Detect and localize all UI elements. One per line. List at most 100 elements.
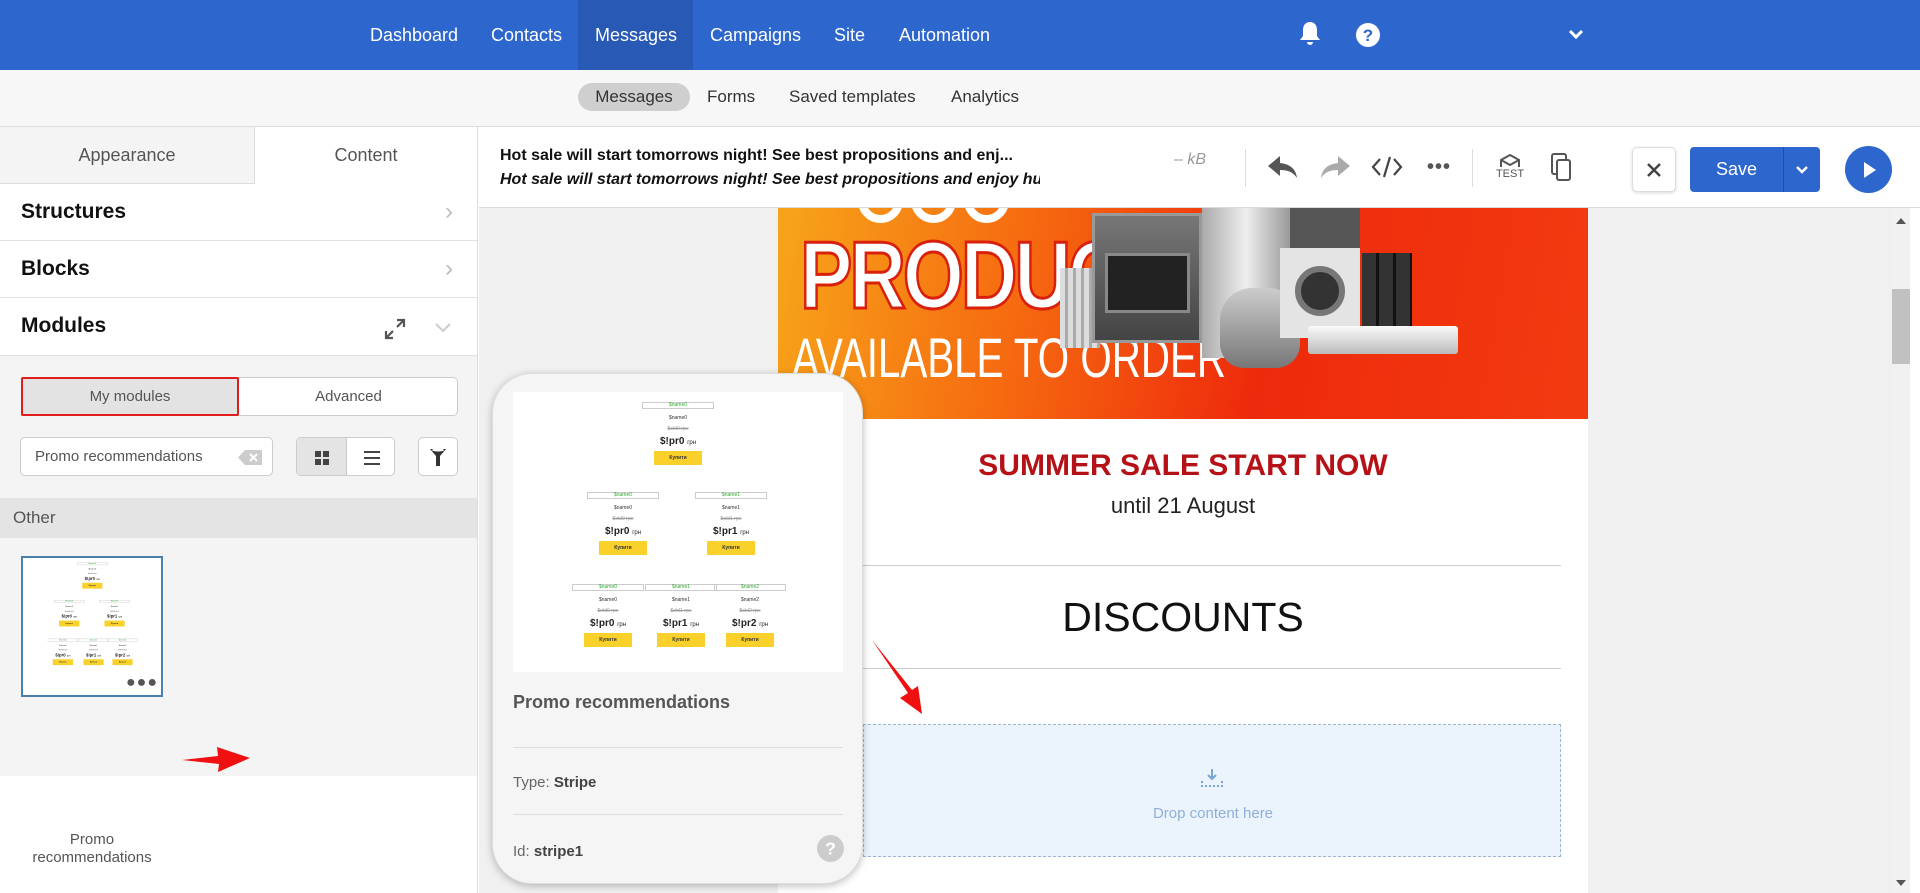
code-button[interactable] [1367, 149, 1407, 185]
red-arrow-annotation [872, 640, 922, 714]
product-price: $!pr1 грн [106, 614, 123, 619]
drop-icon [1201, 769, 1223, 787]
drop-text: Drop content here [1152, 805, 1274, 822]
list-icon [363, 450, 380, 465]
product-image: $name0 [54, 600, 85, 603]
buy-button: Купити [52, 659, 73, 666]
filter-icon [430, 448, 446, 466]
subnav-messages[interactable]: Messages [578, 83, 690, 111]
save-options-button[interactable] [1783, 147, 1820, 192]
subnav-analytics[interactable]: Analytics [936, 83, 1034, 111]
module-thumbnail[interactable]: $name0 $name0 $old0 грн $!pr0 грн Купити $nam… [21, 556, 163, 697]
help-icon[interactable]: ? [817, 835, 844, 862]
product-name: $name0 [598, 597, 618, 603]
section-label: Structures [21, 200, 127, 223]
module-info-card: $name0 $name0 $old0 грн $!pr0 грн Купити $nam… [492, 373, 863, 884]
help-icon[interactable]: ? [1355, 22, 1381, 48]
product-old-price: $old2 грн [118, 648, 127, 652]
tab-my-modules[interactable]: My modules [21, 377, 239, 416]
expand-icon[interactable] [383, 317, 407, 341]
product-image: $name0 [47, 638, 79, 642]
search-value: Promo recommendations [35, 448, 203, 465]
subject-line[interactable]: Hot sale will start tomorrows night! See… [500, 147, 1013, 165]
product-price: $!pr0 грн [84, 576, 100, 582]
scroll-thumb[interactable] [1892, 289, 1910, 364]
product-image: $name0 [572, 584, 644, 591]
buy-button: Купити [83, 659, 104, 666]
section-label: Modules [21, 314, 107, 337]
redo-button[interactable] [1315, 149, 1355, 185]
nav-dashboard[interactable]: Dashboard [353, 0, 475, 70]
clear-icon[interactable] [238, 450, 262, 465]
section-modules[interactable]: Modules [0, 298, 477, 356]
filter-button[interactable] [418, 437, 458, 476]
product-price: $!pr0 грн [604, 526, 642, 537]
save-button[interactable]: Save [1690, 147, 1783, 192]
test-button[interactable]: TEST [1490, 149, 1530, 185]
bell-icon[interactable] [1298, 21, 1322, 47]
buy-button: Купити [599, 541, 647, 555]
type-label: Type: [513, 774, 550, 791]
preview-product: $name0 $name0 $old0 грн $!pr0 грн Купити [76, 562, 110, 589]
sub-nav: Messages Forms Saved templates Analytics [0, 70, 1920, 127]
preheader-line[interactable]: Hot sale will start tomorrows night! See… [500, 171, 1040, 189]
save-button-group: Save [1690, 147, 1820, 192]
scrollbar[interactable] [1892, 208, 1910, 893]
product-image: $name1 [695, 492, 767, 499]
svg-text:?: ? [825, 839, 836, 859]
card-id: Id: stripe1 [513, 843, 583, 860]
modules-area: My modules Advanced Promo recommendation… [0, 356, 477, 866]
copy-button[interactable] [1541, 149, 1581, 185]
tab-content[interactable]: Content [255, 127, 477, 184]
section-structures[interactable]: Structures › [0, 184, 477, 241]
module-preview: $name0 $name0 $old0 грн $!pr0 грн Купити $nam… [513, 392, 843, 672]
tab-advanced[interactable]: Advanced [239, 377, 458, 416]
subnav-saved-templates[interactable]: Saved templates [774, 83, 931, 111]
editor-toolbar: Hot sale will start tomorrows night! See… [479, 127, 1920, 208]
product-price: $!pr2 грн [114, 652, 131, 658]
more-button[interactable]: ••• [1419, 149, 1459, 185]
sale-date[interactable]: until 21 August [778, 493, 1588, 519]
divider [1245, 149, 1246, 187]
close-button[interactable] [1632, 147, 1676, 192]
subnav-forms[interactable]: Forms [692, 83, 770, 111]
redo-icon [1321, 156, 1350, 178]
divider [1472, 149, 1473, 187]
scroll-up-icon[interactable] [1896, 218, 1906, 224]
nav-campaigns[interactable]: Campaigns [693, 0, 818, 70]
scroll-down-icon[interactable] [1896, 880, 1906, 886]
section-heading[interactable]: DISCOUNTS [778, 594, 1588, 641]
email-body: PRODUCTS AVAILABLE TO ORDER SUMMER SALE … [778, 208, 1588, 893]
copy-icon [1551, 153, 1571, 181]
nav-messages[interactable]: Messages [578, 0, 693, 70]
preview-product: $name1 $name1 $old1 грн $!pr1 грн Купити [641, 584, 721, 647]
more-icon[interactable]: ●●● [126, 675, 158, 691]
nav-contacts[interactable]: Contacts [474, 0, 579, 70]
nav-site[interactable]: Site [817, 0, 882, 70]
chevron-down-icon[interactable] [1568, 28, 1584, 40]
banner-decoration [858, 208, 1078, 223]
list-view-button[interactable] [347, 438, 394, 475]
product-old-price: $old0 грн [612, 516, 634, 522]
type-value: Stripe [553, 774, 597, 791]
preview-product: $name2 $name2 $old2 грн $!pr2 грн Купити [106, 638, 140, 666]
product-name: $name0 [65, 605, 73, 608]
tab-appearance[interactable]: Appearance [0, 127, 255, 184]
product-name: $name1 [110, 605, 119, 608]
module-search-input[interactable]: Promo recommendations [20, 437, 273, 476]
drop-zone[interactable]: Drop content here [863, 724, 1561, 857]
nav-automation[interactable]: Automation [882, 0, 1007, 70]
preview-product: $name0 $name0 $old0 грн $!pr0 грн Купити [568, 584, 648, 647]
product-old-price: $old1 грн [110, 610, 119, 613]
module-preview: $name0 $name0 $old0 грн $!pr0 грн Купити $nam… [23, 558, 161, 676]
grid-view-button[interactable] [297, 438, 347, 475]
headline[interactable]: SUMMER SALE START NOW [778, 449, 1588, 483]
red-arrow-annotation [182, 747, 250, 772]
preview-play-button[interactable] [1845, 146, 1892, 193]
chevron-down-icon[interactable] [434, 322, 452, 334]
top-nav: Dashboard Contacts Messages Campaigns Si… [0, 0, 1920, 70]
buy-button: Купити [82, 582, 103, 589]
section-blocks[interactable]: Blocks › [0, 241, 477, 298]
undo-button[interactable] [1263, 149, 1303, 185]
product-price: $!pr0 грн [589, 618, 627, 629]
